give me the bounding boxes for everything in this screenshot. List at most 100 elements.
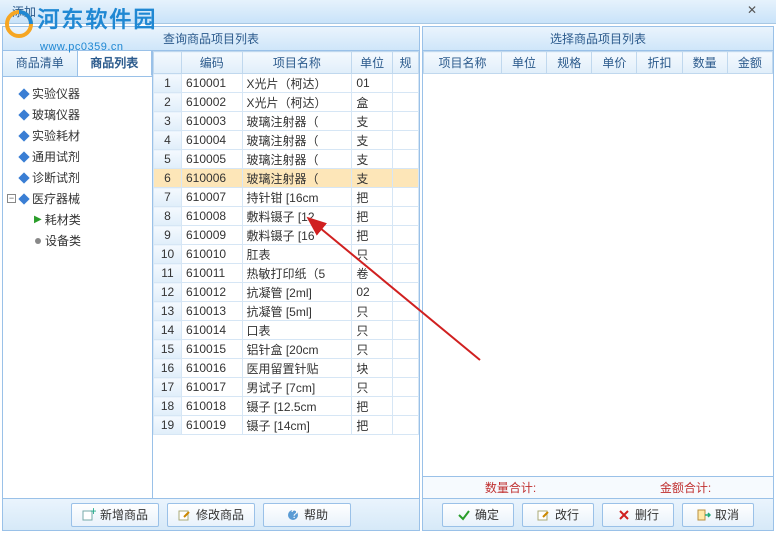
tree-node[interactable]: 诊断试剂 [7, 167, 148, 188]
row-number: 16 [154, 359, 182, 378]
tree-node[interactable]: 实验耗材 [7, 125, 148, 146]
cell-unit: 02 [352, 283, 393, 302]
right-toolbar: 确定 改行 删行 取消 [423, 498, 773, 530]
column-header[interactable]: 数量 [682, 52, 727, 74]
column-header[interactable]: 折扣 [637, 52, 682, 74]
table-row[interactable]: 12610012抗凝管 [2ml]02 [154, 283, 419, 302]
table-row[interactable]: 6610006玻璃注射器（支 [154, 169, 419, 188]
cell-code: 610018 [182, 397, 243, 416]
table-row[interactable]: 13610013抗凝管 [5ml]只 [154, 302, 419, 321]
ok-button[interactable]: 确定 [442, 503, 514, 527]
tree-node[interactable]: ▶耗材类 [7, 209, 148, 230]
table-row[interactable]: 14610014口表只 [154, 321, 419, 340]
svg-text:?: ? [291, 508, 298, 521]
table-row[interactable]: 18610018镊子 [12.5cm把 [154, 397, 419, 416]
cell-unit: 支 [352, 169, 393, 188]
cell-spec [393, 74, 419, 93]
summary-bar: 数量合计: 金额合计: [423, 476, 773, 498]
cell-unit: 只 [352, 340, 393, 359]
cancel-button[interactable]: 取消 [682, 503, 754, 527]
category-icon [18, 172, 29, 183]
collapse-icon[interactable]: − [7, 194, 16, 203]
row-number: 13 [154, 302, 182, 321]
tree-node[interactable]: 通用试剂 [7, 146, 148, 167]
column-header[interactable] [154, 52, 182, 74]
cell-code: 610001 [182, 74, 243, 93]
table-row[interactable]: 10610010肛表只 [154, 245, 419, 264]
cell-name: 玻璃注射器（ [242, 169, 352, 188]
table-row[interactable]: 4610004玻璃注射器（支 [154, 131, 419, 150]
column-header[interactable]: 规格 [547, 52, 592, 74]
tree-node[interactable]: 设备类 [7, 230, 148, 251]
edit-product-button[interactable]: 修改商品 [167, 503, 255, 527]
selected-grid[interactable]: 项目名称单位规格单价折扣数量金额 [423, 51, 773, 476]
add-product-button[interactable]: +新增商品 [71, 503, 159, 527]
column-header[interactable]: 金额 [727, 52, 772, 74]
table-row[interactable]: 3610003玻璃注射器（支 [154, 112, 419, 131]
cell-unit: 只 [352, 378, 393, 397]
table-row[interactable]: 8610008敷料镊子 [12把 [154, 207, 419, 226]
category-tree[interactable]: 实验仪器玻璃仪器实验耗材通用试剂诊断试剂−医疗器械▶耗材类设备类 [3, 77, 152, 498]
row-number: 6 [154, 169, 182, 188]
cell-spec [393, 302, 419, 321]
cell-spec [393, 169, 419, 188]
cell-spec [393, 416, 419, 435]
row-number: 1 [154, 74, 182, 93]
row-number: 10 [154, 245, 182, 264]
exit-icon [697, 508, 711, 522]
tree-node[interactable]: 实验仪器 [7, 83, 148, 104]
row-number: 4 [154, 131, 182, 150]
column-header[interactable]: 项目名称 [242, 52, 352, 74]
cell-name: 玻璃注射器（ [242, 131, 352, 150]
row-number: 9 [154, 226, 182, 245]
modify-row-button[interactable]: 改行 [522, 503, 594, 527]
cell-name: 口表 [242, 321, 352, 340]
table-row[interactable]: 17610017男试子 [7cm]只 [154, 378, 419, 397]
tab-product-bill[interactable]: 商品清单 [3, 51, 78, 76]
cell-name: 男试子 [7cm] [242, 378, 352, 397]
tree-node[interactable]: −医疗器械 [7, 188, 148, 209]
cell-name: 镊子 [14cm] [242, 416, 352, 435]
column-header[interactable]: 规 [393, 52, 419, 74]
row-number: 3 [154, 112, 182, 131]
cell-name: 医用留置针贴 [242, 359, 352, 378]
tree-label: 实验仪器 [32, 85, 80, 102]
table-row[interactable]: 11610011热敏打印纸（5卷 [154, 264, 419, 283]
table-row[interactable]: 1610001X光片（柯达）01 [154, 74, 419, 93]
table-row[interactable]: 19610019镊子 [14cm]把 [154, 416, 419, 435]
table-row[interactable]: 5610005玻璃注射器（支 [154, 150, 419, 169]
tree-label: 实验耗材 [32, 127, 80, 144]
cell-unit: 支 [352, 131, 393, 150]
cell-spec [393, 283, 419, 302]
cell-code: 610013 [182, 302, 243, 321]
tree-node[interactable]: 玻璃仪器 [7, 104, 148, 125]
table-row[interactable]: 15610015铝针盒 [20cm只 [154, 340, 419, 359]
cell-unit: 只 [352, 321, 393, 340]
help-button[interactable]: ?帮助 [263, 503, 351, 527]
column-header[interactable]: 单位 [501, 52, 546, 74]
cell-unit: 把 [352, 226, 393, 245]
column-header[interactable]: 单位 [352, 52, 393, 74]
close-icon[interactable]: ✕ [732, 3, 772, 21]
tab-product-list[interactable]: 商品列表 [78, 51, 153, 76]
category-icon [18, 151, 29, 162]
cell-spec [393, 226, 419, 245]
table-row[interactable]: 2610002X光片（柯达）盒 [154, 93, 419, 112]
table-row[interactable]: 9610009敷料镊子 [16把 [154, 226, 419, 245]
cell-unit: 01 [352, 74, 393, 93]
cell-name: 玻璃注射器（ [242, 150, 352, 169]
cell-unit: 盒 [352, 93, 393, 112]
cell-code: 610010 [182, 245, 243, 264]
product-grid[interactable]: 编码项目名称单位规1610001X光片（柯达）012610002X光片（柯达）盒… [153, 51, 419, 498]
left-toolbar: +新增商品 修改商品 ?帮助 [3, 498, 419, 530]
column-header[interactable]: 编码 [182, 52, 243, 74]
leaf-arrow-icon: ▶ [34, 214, 42, 225]
delete-row-button[interactable]: 删行 [602, 503, 674, 527]
cell-name: 持针钳 [16cm [242, 188, 352, 207]
table-row[interactable]: 7610007持针钳 [16cm把 [154, 188, 419, 207]
cell-code: 610011 [182, 264, 243, 283]
column-header[interactable]: 单价 [592, 52, 637, 74]
column-header[interactable]: 项目名称 [424, 52, 502, 74]
table-row[interactable]: 16610016医用留置针贴块 [154, 359, 419, 378]
cell-code: 610006 [182, 169, 243, 188]
